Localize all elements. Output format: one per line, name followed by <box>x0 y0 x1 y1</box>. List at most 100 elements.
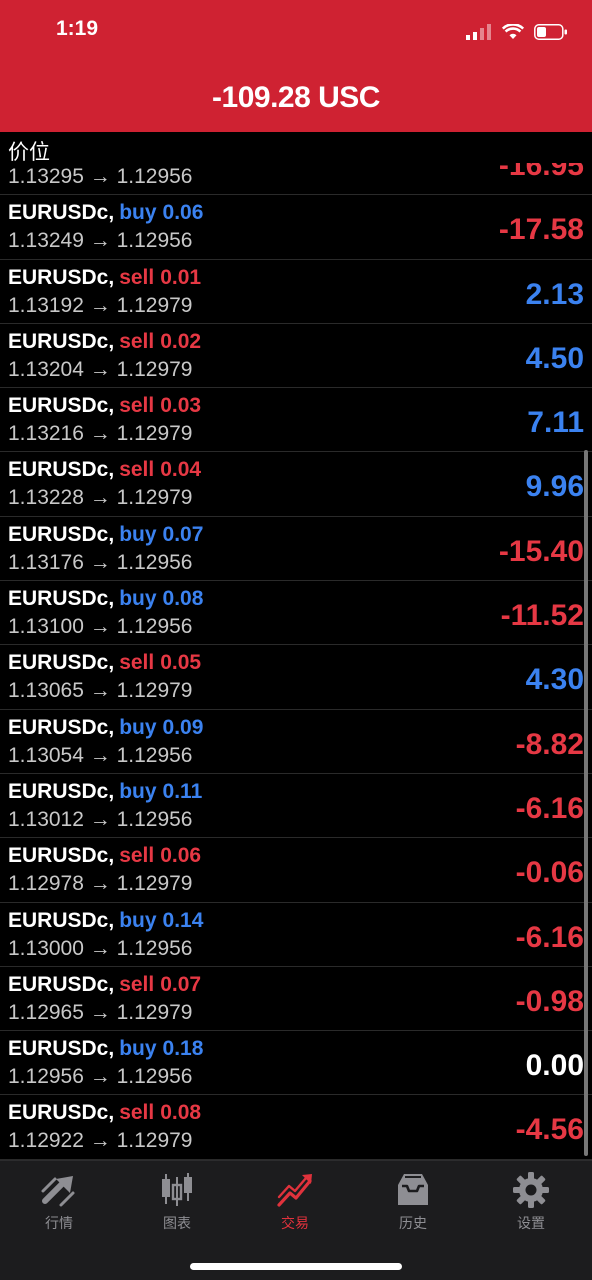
position-volume: 0.04 <box>160 458 202 482</box>
position-volume: 0.08 <box>160 1101 202 1125</box>
position-row[interactable]: EURUSDc,sell0.001.13295 → 1.12956-16.95 <box>0 163 592 196</box>
position-symbol: EURUSDc, <box>8 587 115 611</box>
position-side: buy <box>119 779 157 803</box>
position-volume: 0.01 <box>160 265 202 289</box>
position-title: EURUSDc, buy 0.18 <box>8 1037 203 1061</box>
position-prices: 1.13249 → 1.12956 <box>8 229 193 253</box>
position-profit: -6.16 <box>515 920 584 954</box>
chart-icon <box>162 1173 192 1206</box>
position-title: EURUSDc, sell 0.08 <box>8 1101 201 1125</box>
position-row[interactable]: EURUSDc, buy 0.07 1.13176 → 1.12956 -15.40 <box>0 517 592 582</box>
position-profit: -11.52 <box>500 599 584 633</box>
position-row[interactable]: EURUSDc, sell 0.07 1.12965 → 1.12979 -0.98 <box>0 967 592 1032</box>
section-header: 价位 <box>0 132 592 164</box>
position-symbol: EURUSDc, <box>8 1037 115 1061</box>
position-row[interactable]: EURUSDc, sell 0.06 1.12978 → 1.12979 -0.06 <box>0 838 592 903</box>
position-prices: 1.13054 → 1.12956 <box>8 743 193 767</box>
position-row[interactable]: EURUSDc, sell 0.02 1.13204 → 1.12979 4.50 <box>0 324 592 389</box>
position-volume: 0.07 <box>162 522 204 546</box>
position-symbol: EURUSDc, <box>8 972 115 996</box>
position-row[interactable]: EURUSDc, buy 0.18 1.12956 → 1.12956 0.00 <box>0 1031 592 1096</box>
position-row[interactable]: EURUSDc, buy 0.09 1.13054 → 1.12956 -8.82 <box>0 710 592 774</box>
position-prices: 1.13192 → 1.12979 <box>8 293 193 317</box>
position-volume: 0.07 <box>160 972 202 996</box>
position-prices: 1.13176 → 1.12956 <box>8 550 193 574</box>
position-row[interactable]: EURUSDc, sell 0.08 1.12922 → 1.12979 -4.56 <box>0 1095 592 1160</box>
position-prices: 1.12956 → 1.12956 <box>8 1065 193 1089</box>
position-title: EURUSDc, buy 0.09 <box>8 716 203 740</box>
position-prices: 1.12965 → 1.12979 <box>8 1000 193 1024</box>
section-label: 价位 <box>8 140 50 164</box>
position-side: sell <box>119 329 155 353</box>
position-side: sell <box>119 265 155 289</box>
tab-settings[interactable]: 设置 <box>472 1161 590 1241</box>
position-row[interactable]: EURUSDc, buy 0.14 1.13000 → 1.12956 -6.16 <box>0 903 592 967</box>
position-row[interactable]: EURUSDc, sell 0.01 1.13192 → 1.12979 2.13 <box>0 260 592 324</box>
position-symbol: EURUSDc, <box>8 265 115 289</box>
wifi-icon <box>502 24 524 39</box>
position-volume: 0.05 <box>160 651 202 675</box>
settings-icon <box>513 1172 549 1208</box>
position-title: EURUSDc, sell 0.01 <box>8 266 201 290</box>
status-icons <box>466 24 568 40</box>
position-profit: -16.95 <box>498 163 584 182</box>
position-title: EURUSDc, sell 0.05 <box>8 651 201 675</box>
scrollbar[interactable] <box>584 450 588 1156</box>
position-title: EURUSDc, buy 0.06 <box>8 201 203 225</box>
position-volume: 0.09 <box>162 715 204 739</box>
position-side: buy <box>119 587 157 611</box>
position-title: EURUSDc, buy 0.08 <box>8 587 203 611</box>
position-symbol: EURUSDc, <box>8 394 115 418</box>
position-title: EURUSDc, buy 0.11 <box>8 780 202 804</box>
position-prices: 1.13216 → 1.12979 <box>8 422 193 446</box>
position-symbol: EURUSDc, <box>8 779 115 803</box>
position-row[interactable]: EURUSDc, buy 0.08 1.13100 → 1.12956 -11.52 <box>0 581 592 646</box>
status-time: 1:19 <box>56 17 99 40</box>
tab-chart-label: 图表 <box>163 1216 191 1232</box>
battery-icon <box>534 24 567 40</box>
position-symbol: EURUSDc, <box>8 844 115 868</box>
position-title: EURUSDc, sell 0.04 <box>8 458 201 482</box>
position-side: buy <box>119 522 157 546</box>
tab-quotes-label: 行情 <box>45 1216 73 1232</box>
position-symbol: EURUSDc, <box>8 651 115 675</box>
position-side: sell <box>119 651 155 675</box>
position-row[interactable]: EURUSDc, buy 0.11 1.13012 → 1.12956 -6.16 <box>0 774 592 839</box>
position-side: sell <box>119 394 155 418</box>
position-profit: -0.06 <box>515 856 584 890</box>
home-indicator[interactable] <box>190 1263 402 1270</box>
position-profit: 4.30 <box>525 663 584 697</box>
status-bar: 1:19 <box>0 0 592 64</box>
tab-trade-label: 交易 <box>281 1216 309 1232</box>
position-profit: 4.50 <box>525 341 584 375</box>
position-side: sell <box>119 844 155 868</box>
tab-chart[interactable]: 图表 <box>118 1161 236 1241</box>
tab-trade[interactable]: 交易 <box>236 1161 354 1241</box>
header: -109.28 USC <box>0 64 592 132</box>
position-prices: 1.13295 → 1.12956 <box>8 165 193 188</box>
position-volume: 0.18 <box>162 1037 204 1061</box>
tab-quotes[interactable]: 行情 <box>0 1161 118 1241</box>
position-volume: 0.06 <box>160 844 202 868</box>
position-row[interactable]: EURUSDc, sell 0.05 1.13065 → 1.12979 4.30 <box>0 645 592 710</box>
position-side: buy <box>119 908 157 932</box>
position-symbol: EURUSDc, <box>8 458 115 482</box>
position-volume: 0.02 <box>160 329 202 353</box>
position-row[interactable]: EURUSDc, buy 0.06 1.13249 → 1.12956 -17.58 <box>0 195 592 260</box>
tab-history[interactable]: 历史 <box>354 1161 472 1241</box>
positions-list[interactable]: EURUSDc,sell0.001.13295 → 1.12956-16.95E… <box>0 163 592 1160</box>
position-symbol: EURUSDc, <box>8 522 115 546</box>
quotes-icon <box>41 1176 75 1207</box>
position-symbol: EURUSDc, <box>8 201 115 225</box>
position-profit: -4.56 <box>515 1113 584 1147</box>
position-title: EURUSDc, sell 0.02 <box>8 330 201 354</box>
positions-list-inner: EURUSDc,sell0.001.13295 → 1.12956-16.95E… <box>0 163 592 1160</box>
position-symbol: EURUSDc, <box>8 329 115 353</box>
position-row[interactable]: EURUSDc, sell 0.03 1.13216 → 1.12979 7.11 <box>0 388 592 453</box>
position-row[interactable]: EURUSDc, sell 0.04 1.13228 → 1.12979 9.96 <box>0 452 592 517</box>
position-symbol: EURUSDc, <box>8 1101 115 1125</box>
position-volume: 0.14 <box>162 908 204 932</box>
position-title: EURUSDc, sell 0.06 <box>8 844 201 868</box>
position-profit: -8.82 <box>515 727 584 761</box>
tab-settings-label: 设置 <box>517 1216 545 1232</box>
